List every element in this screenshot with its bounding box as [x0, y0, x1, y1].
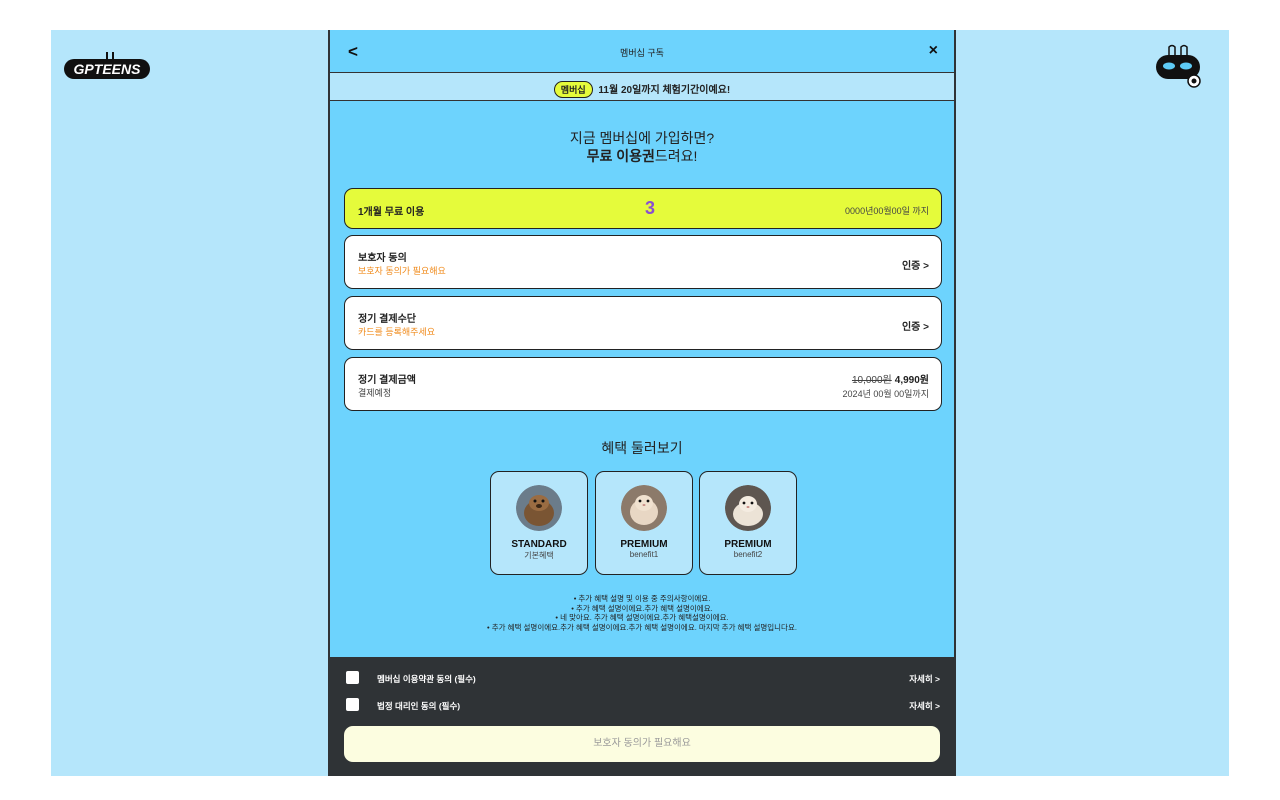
- logo-text: GPTEENS: [74, 61, 142, 77]
- terms-agreement-label: 멤버십 이용약관 동의 (필수): [377, 674, 476, 684]
- free-trial-card: 1개월 무료 이용 3 0000년00월00일 까지: [344, 188, 942, 229]
- payment-method-card[interactable]: 정기 결제수단 카드를 등록해주세요 인증 >: [344, 296, 942, 350]
- benefit-note: • 추가 혜택 설명이에요.추가 혜택 설명이에요.추가 혜택 설명이에요. 마…: [487, 622, 797, 632]
- benefit-name: STANDARD: [511, 539, 567, 550]
- payment-verify-button[interactable]: 인증 >: [902, 318, 929, 333]
- benefit-note: • 네 맞아요. 추가 혜택 설명이에요.추가 혜택설명이에요.: [555, 613, 729, 622]
- benefit-name: PREMIUM: [724, 539, 772, 550]
- benefit-card-premium-2[interactable]: PREMIUM benefit2: [699, 471, 797, 575]
- free-trial-label: 1개월 무료 이용: [358, 207, 425, 218]
- guardian-verify-button[interactable]: 인증 >: [902, 257, 929, 272]
- payment-amount-card: 정기 결제금액 결제예정 10,000원 4,990원 2024년 00월 00일…: [344, 357, 942, 411]
- page-title: 멤버십 구독: [620, 48, 664, 58]
- discount-price: 4,990원: [894, 375, 929, 386]
- guardian-checkbox[interactable]: [346, 698, 359, 711]
- trial-notice: 멤버십 11월 20일까지 체험기간이예요!: [330, 73, 954, 101]
- promo-headline-line2: 무료 이용권드려요!: [330, 147, 954, 165]
- payment-method-status: 카드를 등록해주세요: [358, 327, 436, 337]
- free-trial-count: 3: [645, 198, 656, 218]
- otter-avatar-icon: [516, 485, 562, 531]
- benefit-card-standard[interactable]: STANDARD 기본혜택: [490, 471, 588, 575]
- guardian-detail-link[interactable]: 자세히 >: [909, 700, 940, 712]
- guardian-consent-card[interactable]: 보호자 동의 보호자 동의가 필요해요 인증 >: [344, 235, 942, 289]
- membership-badge: 멤버십: [553, 81, 593, 98]
- free-trial-date: 0000년00월00일 까지: [845, 206, 929, 216]
- hamster-avatar-icon: [621, 485, 667, 531]
- close-button[interactable]: ×: [929, 42, 938, 60]
- benefit-desc: 기본혜택: [524, 551, 554, 560]
- guardian-agreement-row[interactable]: 법정 대리인 동의 (필수) 자세히 >: [346, 698, 940, 714]
- gpteens-logo: GPTEENS: [64, 52, 150, 79]
- benefit-notes: • 추가 혜택 설명 및 이용 중 주의사항이에요. • 추가 혜택 설명이에요…: [330, 594, 954, 632]
- promo-headline: 지금 멤버십에 가입하면? 무료 이용권드려요!: [330, 129, 954, 165]
- guardian-consent-status: 보호자 동의가 필요해요: [358, 266, 446, 276]
- payment-amount-sub: 결제예정: [358, 388, 392, 398]
- guardian-consent-label: 보호자 동의: [358, 253, 407, 264]
- app-frame: GPTEENS < 멤버십 구독 × 멤버십 11월 20일까지 체험기간이예요…: [51, 30, 1229, 776]
- payment-price: 10,000원 4,990원: [852, 371, 929, 386]
- terms-agreement-row[interactable]: 멤버십 이용약관 동의 (필수) 자세히 >: [346, 671, 940, 687]
- benefit-desc: benefit2: [733, 550, 763, 559]
- promo-headline-bold: 무료 이용권: [586, 148, 655, 164]
- original-price: 10,000원: [851, 375, 892, 386]
- benefit-note: • 추가 혜택 설명이에요.추가 혜택 설명이에요.: [571, 603, 713, 613]
- benefit-desc: benefit1: [629, 550, 659, 559]
- payment-method-label: 정기 결제수단: [358, 314, 416, 325]
- membership-panel: < 멤버십 구독 × 멤버십 11월 20일까지 체험기간이예요! 지금 멤버십…: [328, 30, 956, 776]
- promo-headline-line1: 지금 멤버십에 가입하면?: [569, 130, 715, 146]
- agreement-footer: 멤버십 이용약관 동의 (필수) 자세히 > 법정 대리인 동의 (필수) 자세…: [330, 657, 954, 776]
- payment-date: 2024년 00월 00일까지: [842, 389, 929, 399]
- hamster-avatar-icon: [725, 485, 771, 531]
- benefit-name: PREMIUM: [620, 539, 668, 550]
- promo-headline-rest: 드려요!: [654, 148, 698, 164]
- benefits-title: 혜택 둘러보기: [601, 440, 683, 456]
- benefit-note: • 추가 혜택 설명 및 이용 중 주의사항이에요.: [573, 594, 711, 603]
- trial-notice-text: 11월 20일까지 체험기간이예요!: [598, 85, 731, 96]
- terms-detail-link[interactable]: 자세히 >: [909, 673, 940, 685]
- terms-checkbox[interactable]: [346, 671, 359, 684]
- top-bar: < 멤버십 구독 ×: [330, 30, 954, 73]
- submit-button[interactable]: 보호자 동의가 필요해요: [344, 726, 940, 762]
- guardian-agreement-label: 법정 대리인 동의 (필수): [377, 701, 461, 711]
- benefit-card-premium-1[interactable]: PREMIUM benefit1: [595, 471, 693, 575]
- robot-avatar-icon[interactable]: [1153, 43, 1203, 89]
- payment-amount-label: 정기 결제금액: [358, 375, 416, 386]
